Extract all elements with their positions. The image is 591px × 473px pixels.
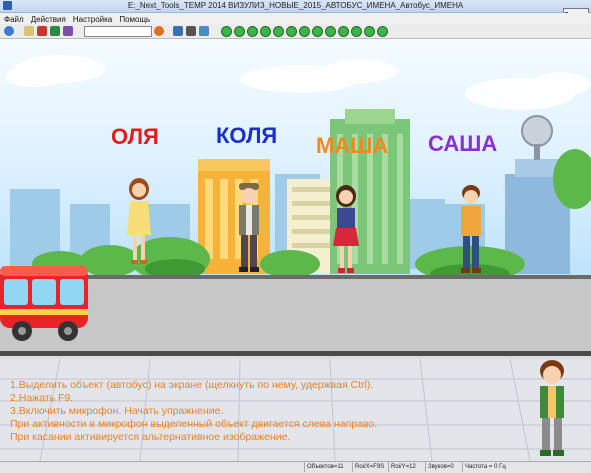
girl-masha-figure[interactable] (331, 184, 361, 276)
check-icon[interactable] (50, 26, 60, 36)
name-label-kolya[interactable]: КОЛЯ (216, 123, 277, 149)
menu-bar: Файл Действия Настройка Помощь (0, 13, 591, 24)
status-roi-x: Roi/X=F9S (352, 462, 384, 472)
status-objects: Объектов=11 (304, 462, 344, 472)
image-icon[interactable] (173, 26, 183, 36)
screen-icon[interactable] (199, 26, 209, 36)
green-button-3-icon[interactable] (247, 26, 258, 37)
boy-alt-figure[interactable] (535, 359, 569, 459)
instruction-line: При касании активируется альтернативное … (10, 431, 291, 443)
instruction-line: 3.Включить микрофон. Начать упражнение. (10, 405, 224, 417)
toolbar (0, 24, 591, 39)
settings-icon[interactable] (63, 26, 73, 36)
instructions-text: 1.Выделить объект (автобус) на экране (щ… (10, 379, 377, 444)
green-button-4-icon[interactable] (260, 26, 271, 37)
name-label-masha[interactable]: МАША (316, 133, 388, 159)
green-button-8-icon[interactable] (312, 26, 323, 37)
status-roi-y: Roi/Y=12 (388, 462, 416, 472)
green-button-1-icon[interactable] (221, 26, 232, 37)
name-label-olya[interactable]: ОЛЯ (111, 124, 159, 150)
instruction-line: При активности в микрофон выделенный объ… (10, 418, 378, 430)
girl-olya-figure[interactable] (124, 177, 154, 267)
status-frequency: Частота = 0 Гц (462, 462, 506, 472)
green-button-12-icon[interactable] (364, 26, 375, 37)
status-bar: Объектов=11 Roi/X=F9S Roi/Y=12 Звуков=0 … (0, 461, 591, 473)
camera-icon[interactable] (186, 26, 196, 36)
scene-canvas: ОЛЯ КОЛЯ МАША САША 1.Выделить объект (ав… (0, 39, 591, 461)
green-button-9-icon[interactable] (325, 26, 336, 37)
green-button-2-icon[interactable] (234, 26, 245, 37)
status-sounds: Звуков=0 (425, 462, 454, 472)
green-button-10-icon[interactable] (338, 26, 349, 37)
record-icon[interactable] (37, 26, 47, 36)
boy-sasha-figure[interactable] (456, 184, 486, 276)
back-icon[interactable] (4, 26, 14, 36)
green-button-11-icon[interactable] (351, 26, 362, 37)
green-button-6-icon[interactable] (286, 26, 297, 37)
name-label-sasha[interactable]: САША (428, 131, 497, 157)
title-bar: E:_Next_Tools_TEMP 2014 ВИЗУЛИЗ_НОВЫЕ_20… (0, 0, 591, 13)
color-icon[interactable] (154, 26, 164, 36)
boy-kolya-figure[interactable] (234, 182, 264, 274)
window-title: E:_Next_Tools_TEMP 2014 ВИЗУЛИЗ_НОВЫЕ_20… (127, 1, 464, 10)
instruction-line: 1.Выделить объект (автобус) на экране (щ… (10, 379, 374, 391)
green-button-13-icon[interactable] (377, 26, 388, 37)
green-button-5-icon[interactable] (273, 26, 284, 37)
instruction-line: 2.Нажать F9. (10, 392, 74, 404)
green-button-7-icon[interactable] (299, 26, 310, 37)
bus-object[interactable] (0, 261, 95, 341)
toolbar-input[interactable] (84, 26, 152, 37)
open-icon[interactable] (24, 26, 34, 36)
